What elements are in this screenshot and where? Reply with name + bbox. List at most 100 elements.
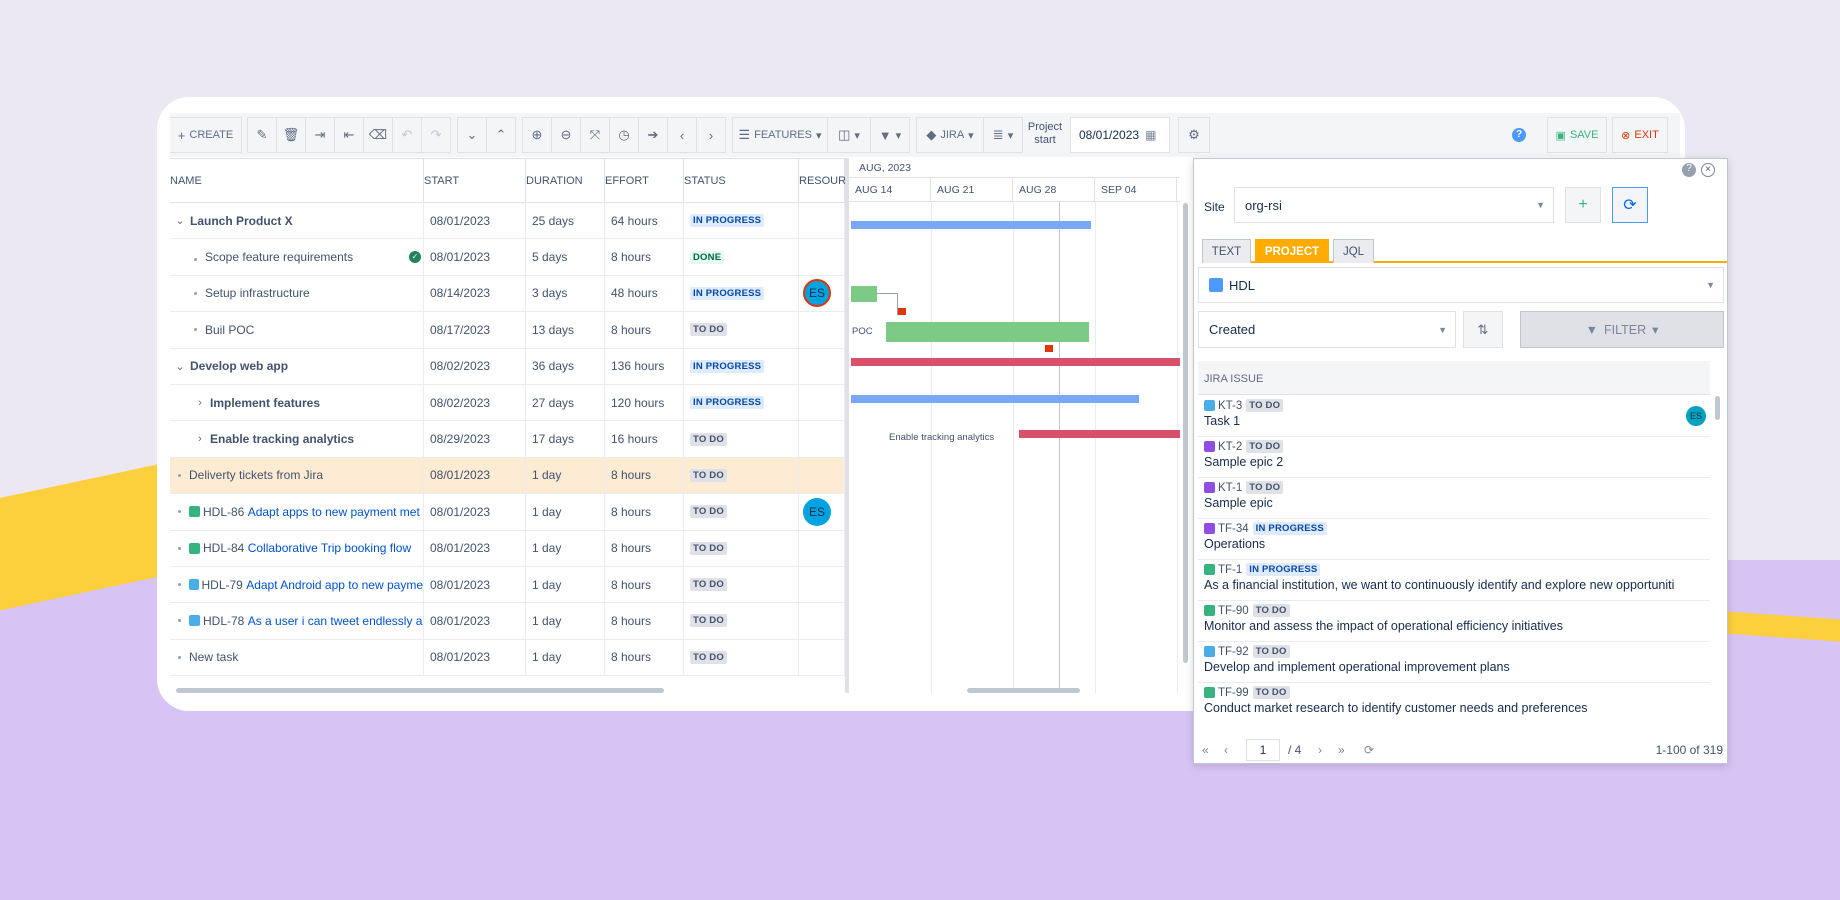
help-icon[interactable]: ? bbox=[1682, 163, 1696, 177]
next-page-icon[interactable]: › bbox=[1318, 743, 1322, 757]
tab-jql[interactable]: JQL bbox=[1333, 239, 1374, 263]
indent-icon: ⇥ bbox=[315, 127, 326, 143]
table-row[interactable]: HDL-84 Collaborative Trip booking flow 0… bbox=[170, 531, 845, 567]
indent-button[interactable]: ⇥ bbox=[305, 117, 335, 153]
fit-button[interactable]: ⤧ bbox=[580, 117, 610, 153]
table-row[interactable]: HDL-78 As a user i can tweet endlessly a… bbox=[170, 603, 845, 639]
collapse-all-button[interactable]: ⌃ bbox=[486, 117, 516, 153]
features-dropdown[interactable]: ☰FEATURES▾ bbox=[732, 117, 828, 153]
scroll-to-task-button[interactable]: ➔ bbox=[638, 117, 668, 153]
table-row[interactable]: Deliverty tickets from Jira 08/01/2023 1… bbox=[170, 458, 845, 494]
refresh-button[interactable]: ⟳ bbox=[1612, 187, 1648, 223]
column-header-duration[interactable]: DURATION bbox=[526, 159, 605, 202]
column-header-status[interactable]: STATUS bbox=[684, 159, 799, 202]
gantt-month-header: AUG, 2023 bbox=[849, 158, 1180, 178]
avatar[interactable]: ES bbox=[803, 279, 831, 307]
filter-dropdown[interactable]: ▼▾ bbox=[870, 117, 910, 153]
task-icon bbox=[1204, 646, 1215, 657]
chevron-down-icon[interactable]: ⌄ bbox=[170, 360, 190, 373]
vertical-scrollbar[interactable] bbox=[1183, 203, 1188, 663]
zoom-out-button[interactable]: ⊖ bbox=[551, 117, 581, 153]
table-row[interactable]: Setup infrastructure 08/14/2023 3 days 4… bbox=[170, 276, 845, 312]
tab-project[interactable]: PROJECT bbox=[1255, 239, 1329, 263]
help-icon[interactable]: ? bbox=[1512, 128, 1526, 142]
today-button[interactable]: ◷ bbox=[609, 117, 639, 153]
zoom-in-button[interactable]: ⊕ bbox=[522, 117, 552, 153]
list-item[interactable]: TF-1IN PROGRESS As a financial instituti… bbox=[1198, 560, 1710, 601]
bullet-icon bbox=[194, 328, 197, 331]
sort-field-select[interactable]: Created▼ bbox=[1198, 311, 1456, 348]
table-row[interactable]: Buil POC 08/17/2023 13 days 8 hours TO D… bbox=[170, 312, 845, 348]
issue-list-header: JIRA ISSUE bbox=[1198, 361, 1710, 395]
close-icon[interactable]: × bbox=[1701, 163, 1715, 177]
outdent-button[interactable]: ⇤ bbox=[334, 117, 364, 153]
data-dropdown[interactable]: ≣▾ bbox=[983, 117, 1023, 153]
table-row[interactable]: HDL-86 Adapt apps to new payment met 08/… bbox=[170, 494, 845, 530]
tab-text[interactable]: TEXT bbox=[1202, 239, 1251, 263]
table-row[interactable]: New task 08/01/2023 1 day 8 hours TO DO bbox=[170, 640, 845, 676]
sort-order-button[interactable]: ⇅ bbox=[1463, 311, 1503, 348]
project-icon bbox=[1209, 278, 1223, 292]
page-number-input[interactable]: 1 bbox=[1246, 739, 1280, 761]
add-site-button[interactable]: + bbox=[1565, 187, 1601, 223]
gantt-horizontal-scrollbar[interactable] bbox=[967, 688, 1080, 693]
task-icon bbox=[189, 615, 200, 626]
delete-button[interactable]: 🗑 bbox=[276, 117, 306, 153]
table-row[interactable]: ›Implement features 08/02/2023 27 days 1… bbox=[170, 385, 845, 421]
list-item[interactable]: KT-1TO DO Sample epic bbox=[1198, 478, 1710, 519]
columns-dropdown[interactable]: ◫▾ bbox=[827, 117, 871, 153]
column-header-resource[interactable]: RESOUR bbox=[799, 159, 845, 202]
summary-bar[interactable] bbox=[1019, 430, 1180, 438]
first-page-icon[interactable]: « bbox=[1202, 743, 1209, 757]
jira-dropdown[interactable]: ◆JIRA▾ bbox=[916, 117, 984, 153]
list-item[interactable]: TF-99TO DO Conduct market research to id… bbox=[1198, 683, 1710, 716]
previous-page-icon[interactable]: ‹ bbox=[1224, 743, 1228, 757]
chevron-down-icon[interactable]: ⌄ bbox=[170, 214, 190, 227]
create-button[interactable]: +CREATE bbox=[170, 117, 242, 153]
column-header-effort[interactable]: EFFORT bbox=[605, 159, 684, 202]
issue-list-scrollbar[interactable] bbox=[1715, 396, 1720, 420]
expand-all-button[interactable]: ⌄ bbox=[457, 117, 487, 153]
task-bar[interactable] bbox=[851, 286, 877, 302]
previous-button[interactable]: ‹ bbox=[667, 117, 697, 153]
status-badge: TO DO bbox=[1253, 645, 1290, 658]
grid-horizontal-scrollbar[interactable] bbox=[176, 688, 664, 693]
erase-button[interactable]: ⌫ bbox=[363, 117, 393, 153]
list-item[interactable]: TF-92TO DO Develop and implement operati… bbox=[1198, 642, 1710, 683]
redo-button[interactable]: ↷ bbox=[421, 117, 451, 153]
exit-button[interactable]: ⊗EXIT bbox=[1612, 117, 1668, 153]
table-row[interactable]: ⌄Launch Product X 08/01/2023 25 days 64 … bbox=[170, 203, 845, 239]
project-start-input[interactable]: 08/01/2023▦ bbox=[1070, 117, 1170, 153]
save-button[interactable]: ▣SAVE bbox=[1547, 117, 1607, 153]
column-header-start[interactable]: START bbox=[424, 159, 526, 202]
arrow-circle-icon: ➔ bbox=[648, 127, 659, 143]
summary-bar[interactable] bbox=[851, 358, 1180, 366]
summary-bar[interactable] bbox=[851, 221, 1091, 229]
settings-button[interactable]: ⚙ bbox=[1178, 117, 1210, 153]
chevron-right-icon[interactable]: › bbox=[190, 433, 210, 445]
filter-icon: ▼ bbox=[1586, 323, 1598, 337]
chevron-right-icon[interactable]: › bbox=[190, 397, 210, 409]
last-page-icon[interactable]: » bbox=[1338, 743, 1345, 757]
filter-button[interactable]: ▼FILTER▾ bbox=[1520, 311, 1724, 348]
site-select[interactable]: org-rsi▼ bbox=[1234, 187, 1554, 223]
avatar[interactable]: ES bbox=[803, 498, 831, 526]
project-select[interactable]: HDL▼ bbox=[1198, 267, 1724, 303]
edit-button[interactable]: ✎ bbox=[247, 117, 277, 153]
next-button[interactable]: › bbox=[696, 117, 726, 153]
list-item[interactable]: KT-3TO DO Task 1 ES bbox=[1198, 396, 1710, 437]
summary-bar[interactable] bbox=[851, 395, 1139, 403]
undo-button[interactable]: ↶ bbox=[392, 117, 422, 153]
refresh-icon[interactable]: ⟳ bbox=[1364, 743, 1374, 757]
column-header-name[interactable]: NAME bbox=[170, 159, 424, 202]
grid-header: NAME START DURATION EFFORT STATUS RESOUR bbox=[170, 159, 845, 203]
list-item[interactable]: KT-2TO DO Sample epic 2 bbox=[1198, 437, 1710, 478]
list-item[interactable]: TF-34IN PROGRESS Operations bbox=[1198, 519, 1710, 560]
story-icon bbox=[1204, 605, 1215, 616]
table-row[interactable]: ›Enable tracking analytics 08/29/2023 17… bbox=[170, 421, 845, 457]
table-row[interactable]: HDL-79 Adapt Android app to new payme 08… bbox=[170, 567, 845, 603]
table-row[interactable]: Scope feature requirements✓ 08/01/2023 5… bbox=[170, 239, 845, 275]
list-item[interactable]: TF-90TO DO Monitor and assess the impact… bbox=[1198, 601, 1710, 642]
task-bar[interactable] bbox=[886, 322, 1089, 342]
table-row[interactable]: ⌄Develop web app 08/02/2023 36 days 136 … bbox=[170, 349, 845, 385]
